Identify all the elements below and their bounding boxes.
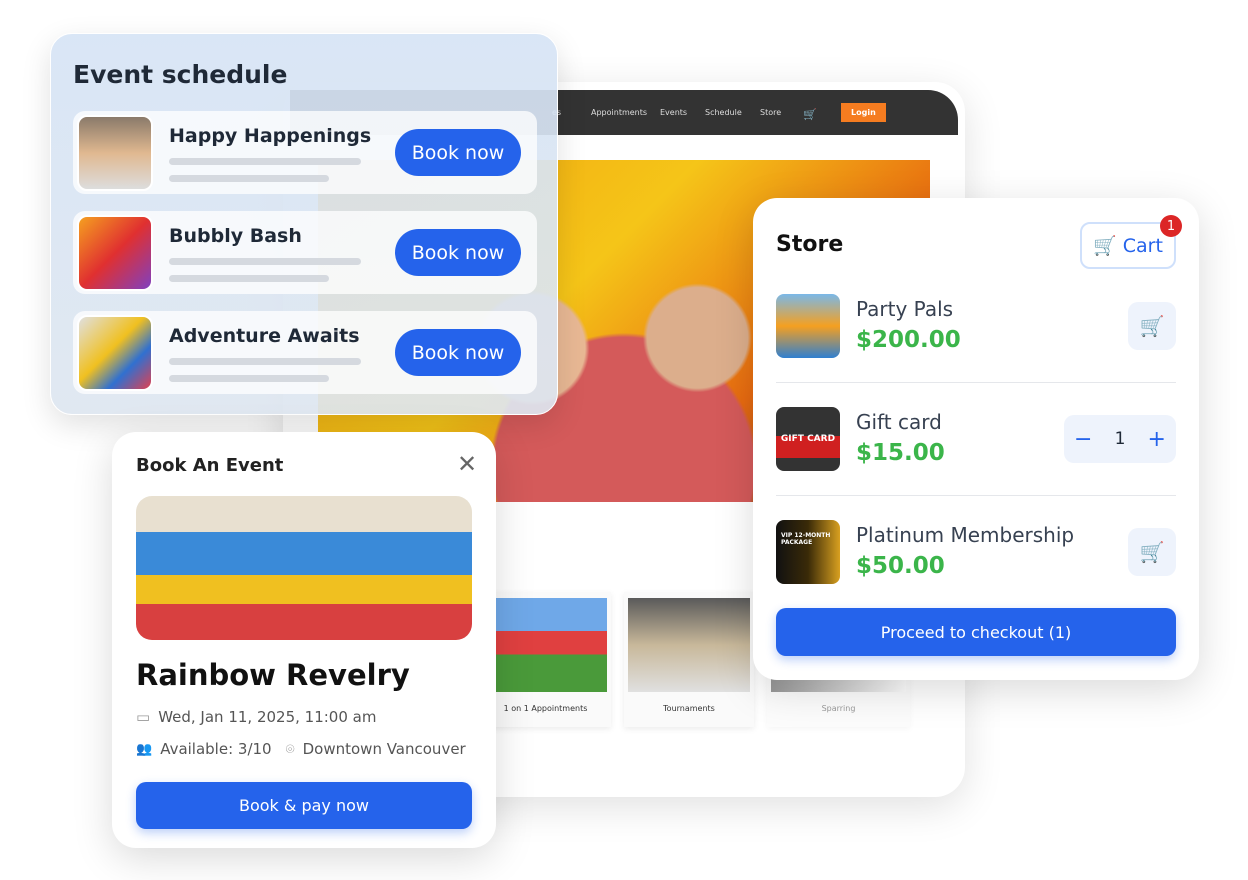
schedule-title: Event schedule: [73, 60, 288, 89]
placeholder-line: [169, 175, 329, 182]
store-title: Store: [776, 232, 844, 257]
cart-badge: 1: [1160, 215, 1182, 237]
book-now-button[interactable]: Book now: [395, 129, 521, 176]
nav-appointments[interactable]: Appointments: [591, 108, 647, 117]
event-thumbnail: [77, 215, 153, 291]
quantity-value[interactable]: 1: [1115, 429, 1126, 449]
event-schedule-panel: Event schedule Happy Happenings Book now…: [50, 33, 558, 415]
event-thumbnail: [77, 315, 153, 391]
placeholder-line: [169, 158, 361, 165]
service-card[interactable]: 1 on 1 Appointments: [480, 592, 611, 727]
close-icon[interactable]: ✕: [457, 450, 477, 478]
nav-events[interactable]: Events: [660, 108, 687, 117]
event-row: Happy Happenings Book now: [73, 111, 537, 194]
cart-label: Cart: [1122, 234, 1163, 257]
event-thumbnail: [77, 115, 153, 191]
product-price: $200.00: [856, 327, 961, 353]
card-image: [484, 598, 607, 692]
checkout-button[interactable]: Proceed to checkout (1): [776, 608, 1176, 656]
placeholder-line: [169, 275, 329, 282]
minus-icon[interactable]: −: [1074, 427, 1092, 452]
product-name: Platinum Membership: [856, 523, 1075, 547]
store-card: Store 🛒 Cart 1 Party Pals $200.00 🛒 GIFT …: [753, 198, 1199, 680]
card-image: [628, 598, 750, 692]
placeholder-line: [169, 375, 329, 382]
card-label: 1 on 1 Appointments: [503, 704, 588, 713]
placeholder-line: [169, 258, 361, 265]
event-image: [136, 496, 472, 640]
event-date: ▭ Wed, Jan 11, 2025, 11:00 am: [136, 708, 376, 726]
product-price: $50.00: [856, 553, 945, 579]
location-pin-icon: ⌾: [285, 740, 295, 758]
service-card[interactable]: Tournaments: [624, 592, 754, 727]
nav-store[interactable]: Store: [760, 108, 781, 117]
product-name: Party Pals: [856, 297, 954, 321]
product-image: GIFT CARD: [776, 407, 840, 471]
book-now-button[interactable]: Book now: [395, 329, 521, 376]
cart-plus-icon: 🛒: [1139, 314, 1165, 338]
cart-icon[interactable]: 🛒: [803, 108, 817, 121]
product-image: VIP 12-MONTH PACKAGE: [776, 520, 840, 584]
book-now-button[interactable]: Book now: [395, 229, 521, 276]
product-image: [776, 294, 840, 358]
booking-title: Book An Event: [136, 455, 284, 476]
nav-schedule[interactable]: Schedule: [705, 108, 742, 117]
add-to-cart-button[interactable]: 🛒: [1128, 302, 1176, 350]
product-price: $15.00: [856, 440, 945, 466]
event-name: Adventure Awaits: [169, 325, 360, 347]
date-text: Wed, Jan 11, 2025, 11:00 am: [158, 708, 377, 726]
membership-image-text: VIP 12-MONTH PACKAGE: [781, 532, 831, 546]
product-name: Gift card: [856, 410, 942, 434]
quantity-stepper: − 1 +: [1064, 415, 1176, 463]
event-row: Bubbly Bash Book now: [73, 211, 537, 294]
placeholder-line: [169, 358, 361, 365]
book-pay-button[interactable]: Book & pay now: [136, 782, 472, 829]
add-to-cart-button[interactable]: 🛒: [1128, 528, 1176, 576]
cart-icon: 🛒: [1093, 235, 1117, 257]
cart-plus-icon: 🛒: [1139, 540, 1165, 564]
event-name: Happy Happenings: [169, 125, 372, 147]
login-button[interactable]: Login: [841, 103, 886, 122]
card-label: Sparring: [821, 704, 856, 713]
users-icon: 👥: [136, 741, 153, 757]
gift-card-image-text: GIFT CARD: [780, 434, 836, 444]
calendar-icon: ▭: [136, 708, 151, 726]
availability-text: Available: 3/10: [160, 740, 272, 758]
event-row: Adventure Awaits Book now: [73, 311, 537, 394]
event-details: 👥 Available: 3/10 ⌾ Downtown Vancouver: [136, 740, 466, 758]
divider: [776, 382, 1176, 383]
location-text: Downtown Vancouver: [302, 740, 466, 758]
event-name: Bubbly Bash: [169, 225, 302, 247]
card-label: Tournaments: [663, 704, 715, 713]
plus-icon[interactable]: +: [1148, 427, 1166, 452]
divider: [776, 495, 1176, 496]
event-title: Rainbow Revelry: [136, 658, 410, 692]
book-event-card: Book An Event ✕ Rainbow Revelry ▭ Wed, Ja…: [112, 432, 496, 848]
